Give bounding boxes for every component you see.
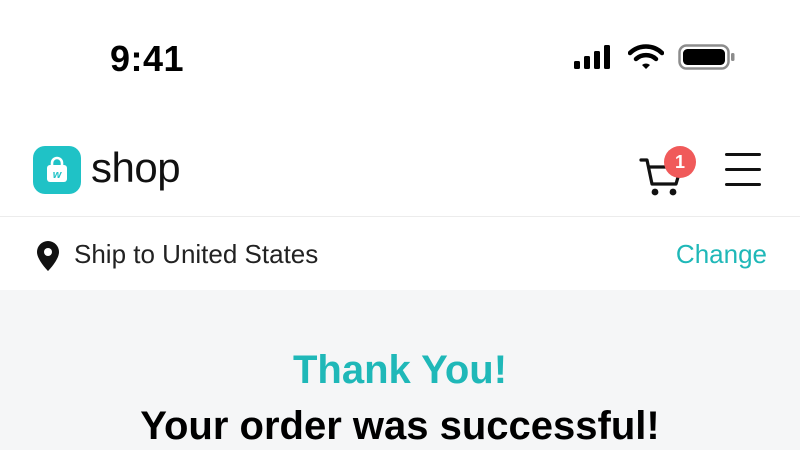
- page: 9:41 w shop 1 Ship to United States Chan…: [0, 0, 800, 450]
- status-time: 9:41: [110, 38, 185, 79]
- shop-logo[interactable]: w shop: [33, 144, 181, 194]
- location-pin-icon: [35, 240, 61, 277]
- menu-icon-line-1: [725, 153, 761, 156]
- order-confirmation: Thank You! Your order was successful!: [0, 290, 800, 450]
- battery-icon: [678, 43, 736, 76]
- logo-text: shop: [91, 144, 181, 191]
- cart-count-badge: 1: [664, 146, 696, 178]
- shopping-bag-icon: w: [33, 146, 81, 194]
- app-header: w shop 1: [0, 110, 800, 217]
- menu-icon-line-3: [725, 183, 761, 186]
- logo-letter: w: [53, 169, 63, 181]
- ship-to-bar: Ship to United States Change: [0, 217, 800, 290]
- cart-button[interactable]: 1: [638, 146, 698, 200]
- order-success-message: Your order was successful!: [140, 404, 660, 448]
- menu-button[interactable]: [722, 151, 764, 189]
- wifi-icon: [627, 43, 665, 75]
- signal-icon: [574, 44, 614, 74]
- thank-you-heading: Thank You!: [292, 348, 508, 392]
- menu-icon-line-2: [725, 168, 761, 171]
- change-country-link[interactable]: Change: [676, 239, 767, 270]
- status-icons: [574, 43, 736, 76]
- status-bar: 9:41: [0, 0, 800, 110]
- ship-to-label: Ship to United States: [74, 239, 319, 269]
